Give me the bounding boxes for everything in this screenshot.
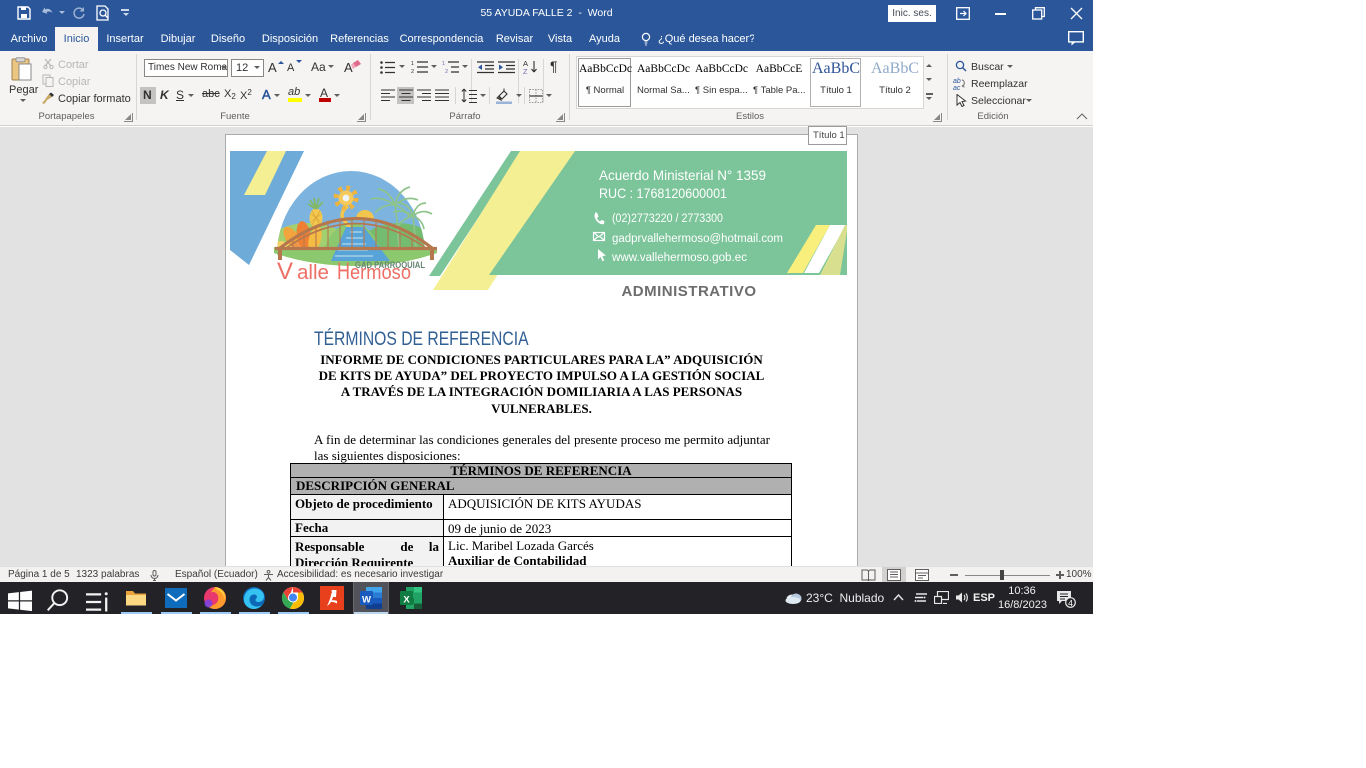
svg-text:ab: ab bbox=[953, 78, 961, 85]
svg-text:4: 4 bbox=[1068, 598, 1073, 608]
svg-text:1: 1 bbox=[442, 61, 445, 67]
svg-text:RUC : 1768120600001: RUC : 1768120600001 bbox=[599, 185, 727, 201]
svg-text:Z: Z bbox=[523, 67, 528, 75]
svg-text:ermoso: ermoso bbox=[350, 262, 411, 284]
svg-text:H: H bbox=[337, 258, 350, 285]
svg-text:V: V bbox=[277, 258, 293, 285]
svg-text:alle: alle bbox=[297, 262, 329, 284]
svg-text:Acuerdo Ministerial N° 1359: Acuerdo Ministerial N° 1359 bbox=[599, 167, 766, 183]
svg-text:2: 2 bbox=[445, 69, 448, 74]
svg-text:X: X bbox=[403, 595, 410, 606]
svg-text:2: 2 bbox=[411, 69, 414, 74]
svg-text:A: A bbox=[344, 60, 353, 74]
svg-text:1: 1 bbox=[411, 61, 414, 67]
svg-text:W: W bbox=[362, 595, 371, 606]
svg-text:(02)2773220 / 2773300: (02)2773220 / 2773300 bbox=[612, 213, 723, 225]
svg-text:www.vallehermoso.gob.ec: www.vallehermoso.gob.ec bbox=[611, 252, 747, 264]
svg-text:gadprvallehermoso@hotmail.com: gadprvallehermoso@hotmail.com bbox=[612, 233, 783, 245]
svg-text:ac: ac bbox=[953, 85, 961, 90]
